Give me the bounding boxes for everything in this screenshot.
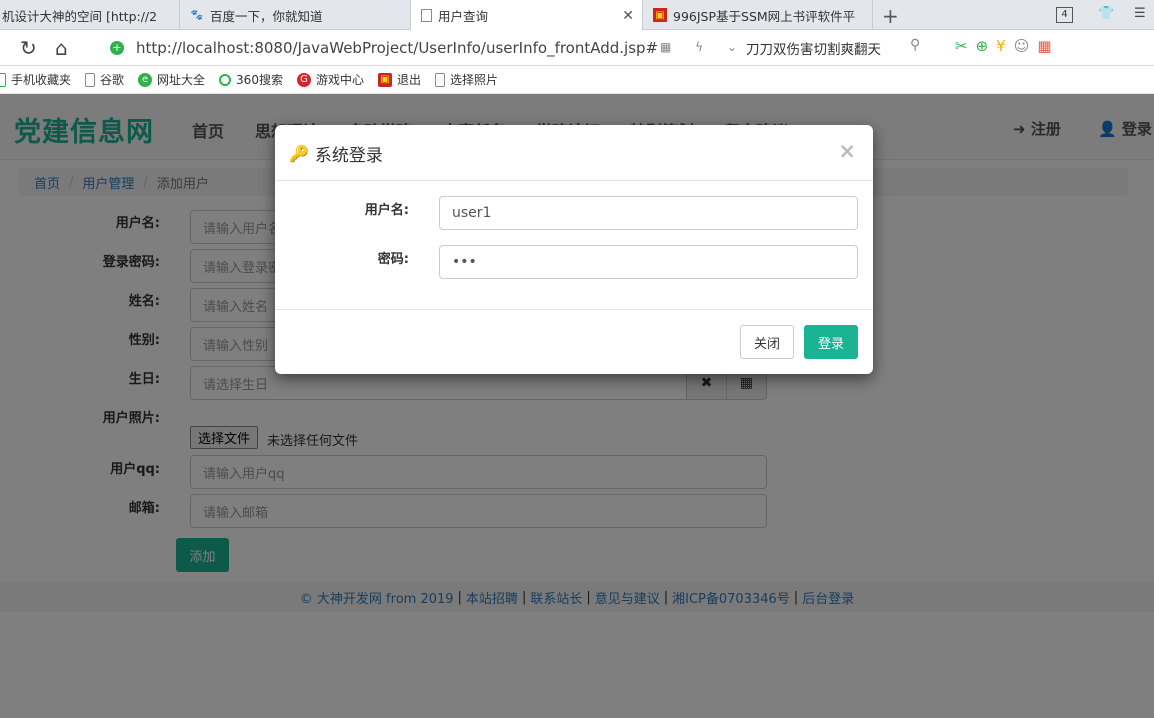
bookmark-sites[interactable]: e 网址大全	[138, 71, 205, 88]
tab-title: 百度一下，你就知道	[210, 8, 323, 24]
360-search-icon	[219, 73, 232, 86]
bookmark-mobile[interactable]: 手机收藏夹	[0, 71, 71, 88]
mobile-icon	[0, 72, 6, 87]
extension-icons[interactable]: ✂⊕¥☺▦	[955, 37, 1060, 55]
browser-tab-1[interactable]: 机设计大神的空间 [http://2	[0, 0, 180, 30]
modal-password-input[interactable]: •••	[439, 245, 858, 279]
browser-tab-2[interactable]: 🐾 百度一下，你就知道	[180, 0, 411, 30]
sites-icon: e	[138, 72, 153, 87]
menu-icon[interactable]: ☰	[1134, 6, 1146, 21]
url-actions-icons[interactable]: ▦ ϟ ⌄	[660, 40, 747, 54]
search-box-text[interactable]: 刀刀双伤害切割爽翻天	[746, 38, 881, 58]
bookmark-360[interactable]: 360搜索	[219, 71, 283, 88]
search-icon[interactable]: ⚲	[910, 37, 920, 53]
modal-header: 🔑 系统登录 ×	[275, 125, 873, 181]
browser-tab-3-active[interactable]: 用户查询 ✕	[411, 0, 643, 31]
web-page: 党建信息网 首页 思想理论 多贻学建 人事任务 学建论坛 特别策划 留言建议 ➜…	[0, 94, 1154, 718]
logout-icon: ▣	[377, 72, 392, 87]
site-favicon: ▣	[653, 8, 667, 22]
modal-close-button[interactable]: 关闭	[740, 325, 794, 359]
bookmark-logout[interactable]: ▣ 退出	[377, 71, 421, 88]
reload-icon[interactable]: ↻	[20, 36, 37, 60]
modal-password-label: 密码:	[377, 252, 409, 267]
close-icon[interactable]: ×	[838, 139, 856, 163]
modal-username-label: 用户名:	[364, 203, 409, 218]
new-tab-icon[interactable]: +	[882, 4, 899, 28]
url-text: http://localhost:8080/JavaWebProject/Use…	[136, 39, 659, 57]
modal-title: 🔑 系统登录	[289, 144, 383, 166]
home-icon[interactable]: ⌂	[55, 36, 68, 60]
browser-tab-bar: 机设计大神的空间 [http://2 🐾 百度一下，你就知道 用户查询 ✕ ▣ …	[0, 0, 1154, 31]
browser-address-bar: ↻ ⌂ + http://localhost:8080/JavaWebProje…	[0, 30, 1154, 66]
modal-login-button[interactable]: 登录	[804, 325, 858, 359]
game-icon: G	[296, 72, 311, 87]
url-field[interactable]: + http://localhost:8080/JavaWebProject/U…	[110, 34, 730, 62]
bookmark-photo[interactable]: 选择照片	[434, 71, 498, 88]
tab-close-icon[interactable]: ✕	[622, 8, 634, 24]
bookmarks-bar: 手机收藏夹 谷歌 e 网址大全 360搜索 G 游戏中心 ▣ 退出 选择照片	[0, 66, 1154, 94]
bookmark-google[interactable]: 谷歌	[85, 71, 124, 88]
modal-username-input[interactable]: user1	[439, 196, 858, 230]
baidu-paw-icon: 🐾	[190, 9, 204, 21]
key-icon: 🔑	[289, 144, 309, 163]
shirt-skin-icon[interactable]: 👕	[1098, 6, 1114, 21]
tab-count-badge[interactable]: 4	[1056, 7, 1073, 23]
security-shield-icon: +	[110, 41, 124, 55]
browser-tab-4[interactable]: ▣ 996JSP基于SSM网上书评软件平	[643, 0, 873, 30]
tab-title: 996JSP基于SSM网上书评软件平	[673, 8, 856, 24]
page-icon	[434, 72, 445, 87]
bookmark-games[interactable]: G 游戏中心	[296, 71, 364, 88]
page-icon	[421, 9, 432, 22]
tab-title: 机设计大神的空间 [http://2	[2, 8, 158, 24]
page-icon	[85, 72, 96, 87]
login-modal: 🔑 系统登录 × 用户名: user1 密码: ••• 关闭 登录	[275, 125, 873, 374]
tab-title: 用户查询	[438, 9, 489, 24]
modal-divider	[275, 309, 873, 310]
